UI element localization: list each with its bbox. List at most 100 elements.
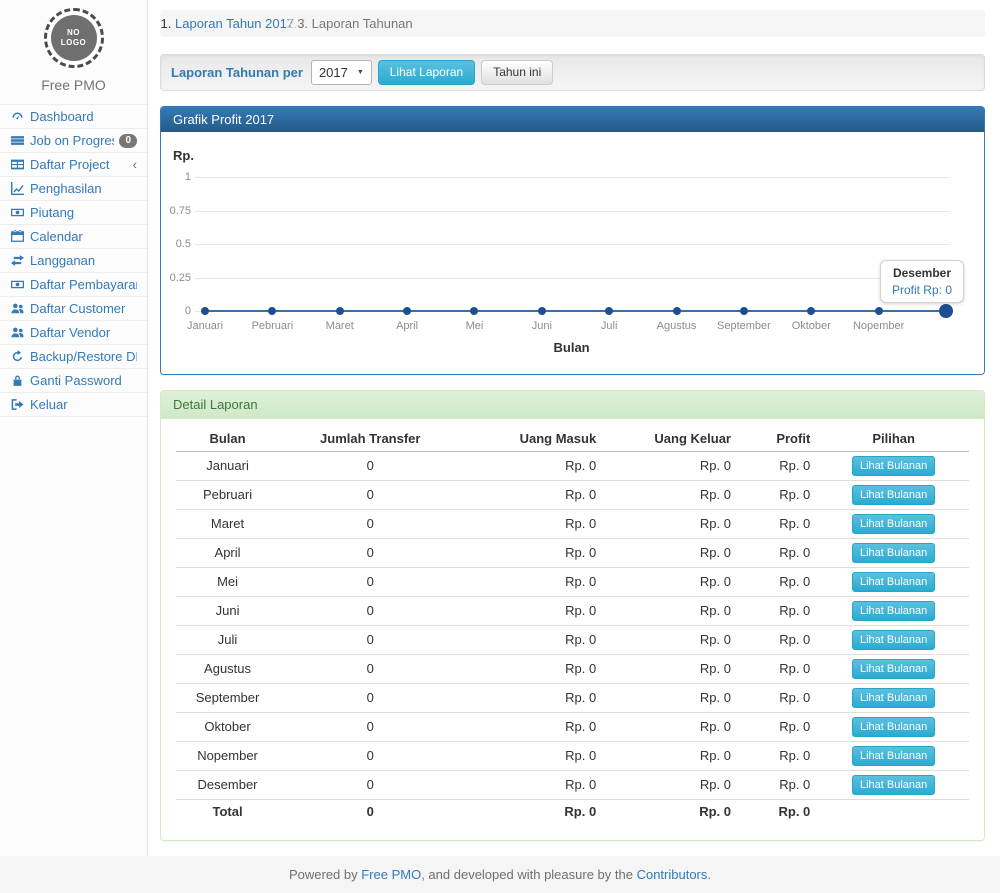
sidebar-item-label: Penghasilan (30, 180, 137, 197)
sign-out-icon (10, 398, 25, 411)
sidebar-item-ganti-password[interactable]: Ganti Password (0, 369, 147, 393)
lihat-bulanan-button[interactable]: Lihat Bulanan (852, 485, 935, 505)
sidebar-item-label: Job on Progress (30, 132, 114, 149)
chart-point-desember[interactable] (939, 304, 953, 318)
header-jumlah-transfer: Jumlah Transfer (279, 427, 461, 452)
chart-point-pebruari[interactable] (268, 307, 276, 315)
sidebar-item-label: Daftar Customer (30, 300, 137, 317)
lihat-bulanan-button[interactable]: Lihat Bulanan (852, 514, 935, 534)
cell-bulan: Pebruari (176, 481, 279, 510)
toolbar-label: Laporan Tahunan per (171, 65, 303, 80)
tahun-ini-button[interactable]: Tahun ini (481, 60, 553, 85)
cell-jumlah-transfer: 0 (279, 539, 461, 568)
chart-gridline (195, 177, 950, 178)
free-pmo-link[interactable]: Free PMO (361, 867, 421, 882)
sidebar: NO LOGO Free PMO DashboardJob on Progres… (0, 0, 148, 856)
sidebar-item-piutang[interactable]: Piutang (0, 201, 147, 225)
header-pilihan: Pilihan (818, 427, 969, 452)
lihat-bulanan-button[interactable]: Lihat Bulanan (852, 717, 935, 737)
footer-middle: , and developed with pleasure by the (421, 867, 636, 882)
sidebar-item-daftar-pembayaran[interactable]: Daftar Pembayaran (0, 273, 147, 297)
lihat-bulanan-button[interactable]: Lihat Bulanan (852, 746, 935, 766)
lihat-bulanan-button[interactable]: Lihat Bulanan (852, 688, 935, 708)
chart-x-label: Nopember (839, 320, 919, 332)
cell-profit: Rp. 0 (739, 742, 818, 771)
no-logo-placeholder: NO LOGO (51, 15, 97, 61)
chart-point-agustus[interactable] (673, 307, 681, 315)
table-row-september: September0Rp. 0Rp. 0Rp. 0Lihat Bulanan (176, 684, 969, 713)
chart-point-maret[interactable] (336, 307, 344, 315)
footer: Powered by Free PMO, and developed with … (0, 856, 1000, 893)
chart-point-april[interactable] (403, 307, 411, 315)
breadcrumb-item: Laporan Tahun 2017 (175, 16, 294, 31)
cell-jumlah-transfer: 0 (279, 684, 461, 713)
contributors-link[interactable]: Contributors (637, 867, 708, 882)
sidebar-item-label: Dashboard (30, 108, 137, 125)
cell-uang-keluar: Rp. 0 (604, 539, 739, 568)
chart-tooltip: Desember Profit Rp: 0 (880, 260, 964, 303)
cell-uang-keluar: Rp. 0 (604, 510, 739, 539)
breadcrumb: Laporan Tahun 2017 / Laporan Tahunan (160, 10, 985, 37)
header-profit: Profit (739, 427, 818, 452)
sidebar-item-daftar-project[interactable]: Daftar Project‹ (0, 153, 147, 177)
cell-profit: Rp. 0 (739, 655, 818, 684)
y-axis-title: Rp. (173, 148, 194, 163)
lihat-bulanan-button[interactable]: Lihat Bulanan (852, 601, 935, 621)
sidebar-item-calendar[interactable]: Calendar (0, 225, 147, 249)
sidebar-item-label: Backup/Restore DB (30, 348, 137, 365)
cell-uang-masuk: Rp. 0 (461, 539, 604, 568)
breadcrumb-link[interactable]: Laporan Tahun 2017 (175, 16, 294, 31)
cell-bulan: Total (176, 800, 279, 825)
chart-point-oktober[interactable] (807, 307, 815, 315)
chart-point-mei[interactable] (470, 307, 478, 315)
cell-pilihan: Lihat Bulanan (818, 481, 969, 510)
cell-profit: Rp. 0 (739, 510, 818, 539)
cell-jumlah-transfer: 0 (279, 655, 461, 684)
chart-point-september[interactable] (740, 307, 748, 315)
chart-point-juni[interactable] (538, 307, 546, 315)
cell-pilihan: Lihat Bulanan (818, 655, 969, 684)
sidebar-item-keluar[interactable]: Keluar (0, 393, 147, 417)
sidebar-item-dashboard[interactable]: Dashboard (0, 105, 147, 129)
lihat-bulanan-button[interactable]: Lihat Bulanan (852, 659, 935, 679)
chart-point-januari[interactable] (201, 307, 209, 315)
sidebar-item-daftar-customer[interactable]: Daftar Customer (0, 297, 147, 321)
cell-pilihan: Lihat Bulanan (818, 568, 969, 597)
table-row-pebruari: Pebruari0Rp. 0Rp. 0Rp. 0Lihat Bulanan (176, 481, 969, 510)
cell-bulan: Juli (176, 626, 279, 655)
lihat-bulanan-button[interactable]: Lihat Bulanan (852, 630, 935, 650)
breadcrumb-active: Laporan Tahunan (312, 16, 413, 31)
cell-uang-keluar: Rp. 0 (604, 713, 739, 742)
sidebar-item-backup-restore-db[interactable]: Backup/Restore DB (0, 345, 147, 369)
chart-gridline (195, 244, 950, 245)
cell-bulan: Oktober (176, 713, 279, 742)
sidebar-item-daftar-vendor[interactable]: Daftar Vendor (0, 321, 147, 345)
cell-uang-masuk: Rp. 0 (461, 597, 604, 626)
tasks-icon (10, 134, 25, 147)
cell-pilihan: Lihat Bulanan (818, 684, 969, 713)
chart-point-nopember[interactable] (875, 307, 883, 315)
cell-pilihan: Lihat Bulanan (818, 597, 969, 626)
retweet-icon (10, 254, 25, 267)
sidebar-item-label: Piutang (30, 204, 137, 221)
caret-down-icon: ▼ (357, 69, 364, 76)
chart-gridline (195, 211, 950, 212)
sidebar-item-job-on-progress[interactable]: Job on Progress0 (0, 129, 147, 153)
chart-point-juli[interactable] (605, 307, 613, 315)
cell-profit: Rp. 0 (739, 452, 818, 481)
lihat-laporan-button[interactable]: Lihat Laporan (378, 60, 475, 85)
cell-uang-keluar: Rp. 0 (604, 800, 739, 825)
main-content: Laporan Tahun 2017 / Laporan Tahunan Lap… (148, 0, 1000, 856)
cell-profit: Rp. 0 (739, 771, 818, 800)
cell-profit: Rp. 0 (739, 597, 818, 626)
year-select[interactable]: 2017 ▼ (311, 60, 372, 85)
table-row-maret: Maret0Rp. 0Rp. 0Rp. 0Lihat Bulanan (176, 510, 969, 539)
lihat-bulanan-button[interactable]: Lihat Bulanan (852, 572, 935, 592)
lihat-bulanan-button[interactable]: Lihat Bulanan (852, 543, 935, 563)
lihat-bulanan-button[interactable]: Lihat Bulanan (852, 775, 935, 795)
sidebar-item-penghasilan[interactable]: Penghasilan (0, 177, 147, 201)
sidebar-item-label: Langganan (30, 252, 137, 269)
sidebar-item-langganan[interactable]: Langganan (0, 249, 147, 273)
lihat-bulanan-button[interactable]: Lihat Bulanan (852, 456, 935, 476)
chart-y-tick-label: 0.25 (157, 272, 191, 284)
